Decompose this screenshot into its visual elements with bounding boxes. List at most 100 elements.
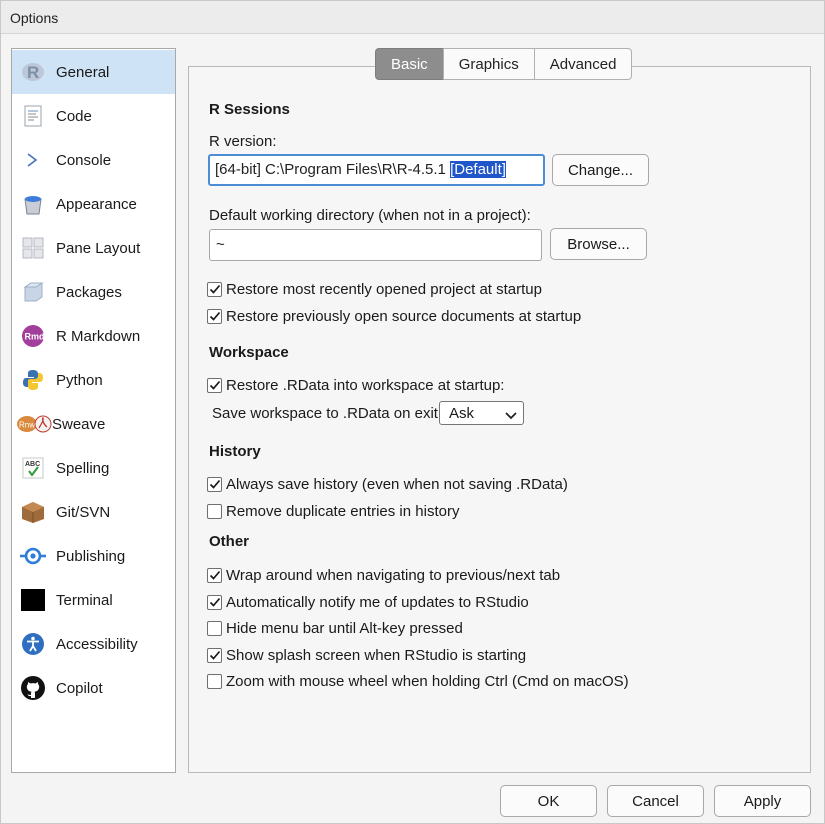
wrap-tabs-label: Wrap around when navigating to previous/…: [226, 566, 561, 584]
save-workspace-select[interactable]: Ask: [439, 401, 524, 425]
zoom-wheel-checkbox[interactable]: [207, 673, 222, 689]
sidebar-item-python[interactable]: Python: [12, 358, 175, 402]
sidebar-item-label: Sweave: [52, 415, 106, 433]
zoom-wheel-option[interactable]: Zoom with mouse wheel when holding Ctrl …: [207, 671, 629, 691]
always-save-history-label: Always save history (even when not savin…: [226, 475, 568, 493]
checkmark-icon: [209, 380, 220, 390]
sidebar-item-copilot[interactable]: Copilot: [12, 666, 175, 710]
sweave-icon: Rnw: [16, 411, 52, 437]
hide-menu-label: Hide menu bar until Alt-key pressed: [226, 619, 463, 637]
console-prompt-icon: [20, 147, 46, 173]
spelling-check-icon: ABC: [20, 455, 46, 481]
r-version-label: R version:: [209, 133, 277, 150]
pane-grid-icon: [20, 235, 46, 261]
save-workspace-value: Ask: [449, 404, 475, 422]
r-version-field[interactable]: [64-bit] C:\Program Files\R\R-4.5.1 [Def…: [208, 154, 545, 186]
splash-screen-label: Show splash screen when RStudio is start…: [226, 646, 527, 664]
section-title-workspace: Workspace: [209, 344, 289, 361]
tab-strip: Basic Graphics Advanced: [375, 48, 633, 80]
sidebar-item-label: Appearance: [56, 195, 137, 213]
sidebar-item-label: General: [56, 63, 110, 81]
change-button[interactable]: Change...: [552, 154, 649, 186]
restore-docs-checkbox[interactable]: [207, 308, 222, 324]
restore-docs-option[interactable]: Restore previously open source documents…: [207, 306, 581, 326]
git-box-icon: [20, 499, 46, 525]
sidebar-item-label: Packages: [56, 283, 122, 301]
svg-text:R: R: [27, 63, 39, 82]
restore-project-option[interactable]: Restore most recently opened project at …: [207, 279, 542, 299]
save-workspace-label: Save workspace to .RData on exit:: [212, 405, 443, 422]
sidebar-item-label: R Markdown: [56, 327, 141, 345]
wrap-tabs-option[interactable]: Wrap around when navigating to previous/…: [207, 565, 560, 585]
options-dialog: Options R General Code Console Appearanc…: [0, 0, 825, 824]
browse-button[interactable]: Browse...: [550, 228, 647, 260]
checkmark-icon: [209, 479, 220, 489]
remove-duplicates-checkbox[interactable]: [207, 503, 222, 519]
working-directory-field[interactable]: ~: [209, 229, 542, 261]
options-sidebar: R General Code Console Appearance Pane L…: [11, 48, 176, 773]
rmarkdown-icon: Rmd: [20, 323, 46, 349]
sidebar-item-label: Terminal: [56, 591, 113, 609]
remove-duplicates-label: Remove duplicate entries in history: [226, 502, 460, 520]
github-icon: [20, 675, 46, 701]
sidebar-item-label: Pane Layout: [56, 239, 141, 257]
r-version-value: [64-bit] C:\Program Files\R\R-4.5.1: [215, 161, 446, 178]
restore-project-label: Restore most recently opened project at …: [226, 280, 542, 298]
sidebar-item-git-svn[interactable]: Git/SVN: [12, 490, 175, 534]
sidebar-item-appearance[interactable]: Appearance: [12, 182, 175, 226]
sidebar-item-label: Publishing: [56, 547, 126, 565]
sidebar-item-sweave[interactable]: Rnw Sweave: [12, 402, 175, 446]
python-icon: [20, 367, 46, 393]
paint-bucket-icon: [20, 191, 46, 217]
restore-rdata-checkbox[interactable]: [207, 377, 222, 393]
restore-rdata-option[interactable]: Restore .RData into workspace at startup…: [207, 375, 504, 395]
terminal-icon: [20, 587, 46, 613]
section-title-history: History: [209, 443, 261, 460]
sidebar-item-packages[interactable]: Packages: [12, 270, 175, 314]
notify-updates-checkbox[interactable]: [207, 594, 222, 610]
r-version-selected-text: [Default]: [450, 161, 506, 178]
apply-button[interactable]: Apply: [714, 785, 811, 817]
sidebar-item-general[interactable]: R General: [12, 50, 175, 94]
restore-rdata-label: Restore .RData into workspace at startup…: [226, 376, 505, 394]
remove-duplicates-option[interactable]: Remove duplicate entries in history: [207, 501, 459, 521]
tab-graphics[interactable]: Graphics: [442, 48, 535, 80]
sidebar-item-code[interactable]: Code: [12, 94, 175, 138]
wrap-tabs-checkbox[interactable]: [207, 567, 222, 583]
sidebar-item-accessibility[interactable]: Accessibility: [12, 622, 175, 666]
always-save-history-checkbox[interactable]: [207, 476, 222, 492]
restore-project-checkbox[interactable]: [207, 281, 222, 297]
splash-screen-option[interactable]: Show splash screen when RStudio is start…: [207, 645, 526, 665]
sidebar-item-label: Accessibility: [56, 635, 138, 653]
section-title-r-sessions: R Sessions: [209, 101, 290, 118]
splash-screen-checkbox[interactable]: [207, 647, 222, 663]
sidebar-item-console[interactable]: Console: [12, 138, 175, 182]
rnw-badge-text: Rnw: [19, 421, 35, 430]
chevron-down-icon: [505, 408, 517, 425]
ok-button[interactable]: OK: [500, 785, 597, 817]
always-save-history-option[interactable]: Always save history (even when not savin…: [207, 474, 568, 494]
checkmark-icon: [209, 570, 220, 580]
cancel-button[interactable]: Cancel: [607, 785, 704, 817]
r-logo-icon: R: [20, 59, 46, 85]
sidebar-item-publishing[interactable]: Publishing: [12, 534, 175, 578]
sidebar-item-r-markdown[interactable]: Rmd R Markdown: [12, 314, 175, 358]
working-directory-label: Default working directory (when not in a…: [209, 207, 531, 224]
notify-updates-option[interactable]: Automatically notify me of updates to RS…: [207, 592, 529, 612]
hide-menu-option[interactable]: Hide menu bar until Alt-key pressed: [207, 618, 463, 638]
sidebar-item-label: Code: [56, 107, 92, 125]
tab-basic[interactable]: Basic: [375, 48, 444, 80]
publishing-icon: [20, 543, 46, 569]
checkmark-icon: [209, 650, 220, 660]
zoom-wheel-label: Zoom with mouse wheel when holding Ctrl …: [226, 672, 629, 690]
sidebar-item-pane-layout[interactable]: Pane Layout: [12, 226, 175, 270]
sidebar-item-terminal[interactable]: Terminal: [12, 578, 175, 622]
checkmark-icon: [209, 284, 220, 294]
sidebar-item-label: Git/SVN: [56, 503, 111, 521]
sidebar-item-spelling[interactable]: ABC Spelling: [12, 446, 175, 490]
hide-menu-checkbox[interactable]: [207, 620, 222, 636]
sidebar-item-label: Console: [56, 151, 112, 169]
accessibility-icon: [20, 631, 46, 657]
tab-advanced[interactable]: Advanced: [533, 48, 633, 80]
section-title-other: Other: [209, 533, 250, 550]
